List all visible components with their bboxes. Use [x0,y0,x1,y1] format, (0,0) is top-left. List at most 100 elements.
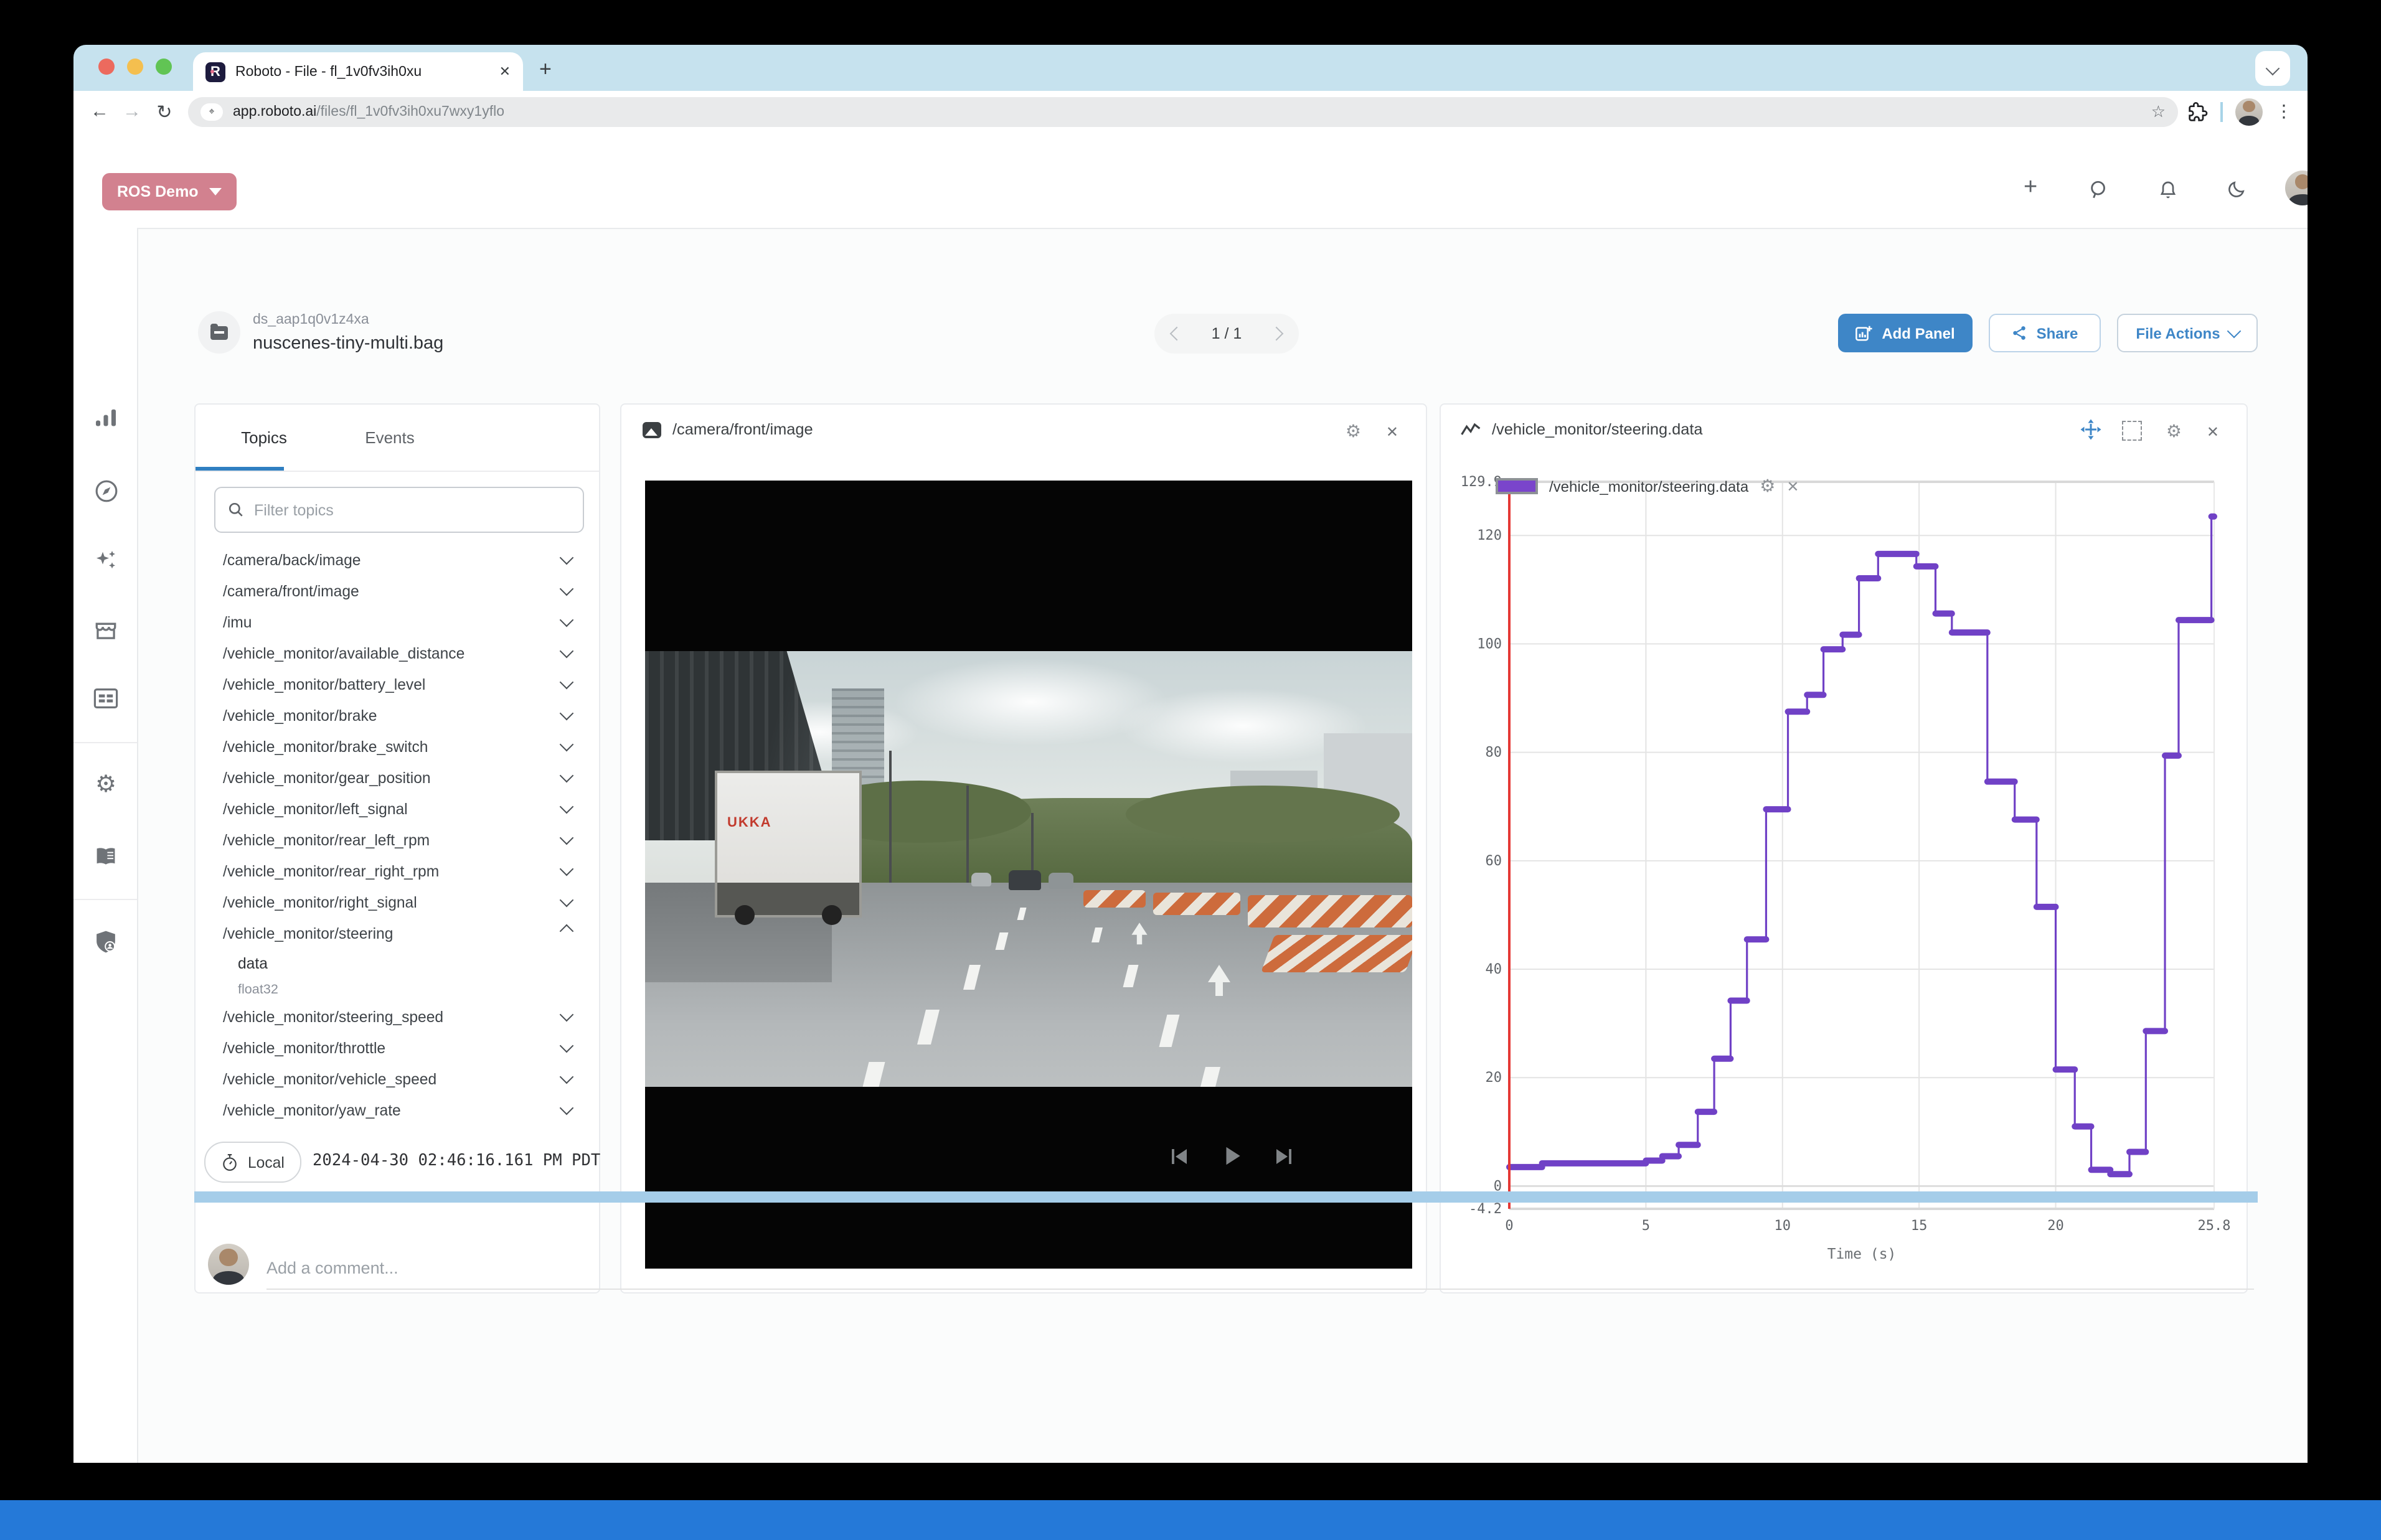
chart-settings-gear-icon[interactable]: ⚙ [2166,421,2182,442]
forward-icon[interactable]: → [116,101,148,122]
card-grid-icon[interactable] [87,680,125,717]
topic-row[interactable]: /camera/front/image [196,575,599,606]
topic-row[interactable]: /vehicle_monitor/yaw_rate [196,1094,599,1125]
message-path[interactable]: data [196,949,599,979]
back-icon[interactable]: ← [83,101,116,122]
topic-row[interactable]: /vehicle_monitor/available_distance [196,637,599,669]
page-indicator: 1 / 1 [1212,325,1242,342]
chevron-down-icon[interactable] [560,800,574,814]
roboto-favicon: R [205,62,225,82]
browser-tab[interactable]: R Roboto - File - fl_1v0fv3ih0xu ✕ [193,52,523,91]
chevron-down-icon[interactable] [560,831,574,845]
workspace-selector[interactable]: ROS Demo [102,173,237,210]
box-select-icon[interactable] [2122,421,2142,441]
pan-move-icon[interactable] [2080,418,2102,441]
browser-menu-icon[interactable]: ⋮ [2275,101,2293,122]
skip-to-start-icon[interactable] [1168,1145,1190,1168]
admin-shield-icon[interactable] [87,923,125,960]
prev-page-icon[interactable] [1170,327,1184,341]
skip-to-end-icon[interactable] [1273,1145,1295,1168]
camera-close-icon[interactable]: ✕ [1386,423,1398,441]
reload-icon[interactable]: ↻ [148,100,181,123]
car [971,873,991,886]
chevron-down-icon[interactable] [560,862,574,876]
topic-row[interactable]: /vehicle_monitor/steering_speed [196,1001,599,1032]
filter-topics-input[interactable]: Filter topics [214,487,584,533]
add-panel-icon [1855,325,1873,341]
chevron-down-icon[interactable] [560,1101,574,1115]
chart-close-icon[interactable]: ✕ [2207,423,2219,441]
svg-text:80: 80 [1486,745,1502,761]
topic-row[interactable]: /vehicle_monitor/vehicle_speed [196,1063,599,1094]
chevron-down-icon[interactable] [560,613,574,627]
tab-close-icon[interactable]: ✕ [499,63,511,80]
chevron-up-icon[interactable] [560,924,574,939]
chevron-down-icon[interactable] [560,738,574,752]
notifications-bell-icon[interactable] [2158,179,2178,200]
chevron-down-icon[interactable] [560,769,574,783]
sparkles-ai-icon[interactable] [87,542,125,579]
comment-input[interactable]: Add a comment... [266,1259,398,1277]
next-page-icon[interactable] [1270,327,1284,341]
share-button[interactable]: Share [1989,314,2101,352]
topic-row[interactable]: /vehicle_monitor/left_signal [196,793,599,824]
legend-remove-icon[interactable]: ✕ [1786,477,1799,495]
search-icon[interactable] [2088,179,2110,200]
legend-gear-icon[interactable]: ⚙ [1760,476,1775,497]
browser-toolbar: ← → ↻ ⌖ app.roboto.ai/files/fl_1v0fv3ih0… [73,91,2308,133]
docs-book-icon[interactable] [87,838,125,875]
timeline-scrubber[interactable] [194,1191,2258,1203]
topic-row[interactable]: /vehicle_monitor/gear_position [196,762,599,793]
new-tab-button[interactable]: + [539,57,552,82]
chevron-down-icon[interactable] [560,1070,574,1084]
compass-icon[interactable] [87,472,125,509]
chevron-down-icon[interactable] [560,582,574,596]
timezone-toggle[interactable]: Local [204,1142,302,1183]
topic-row[interactable]: /vehicle_monitor/throttle [196,1032,599,1063]
topic-row[interactable]: /camera/back/image [196,544,599,575]
chevron-down-icon[interactable] [560,707,574,721]
steering-chart: -4.2020406080100120129.90510152025.8Time… [1446,461,2243,1289]
chevron-down-icon[interactable] [560,1039,574,1053]
topic-row[interactable]: /vehicle_monitor/brake [196,700,599,731]
tab-topics[interactable]: Topics [196,405,332,469]
svg-text:120: 120 [1477,528,1502,543]
site-settings-icon[interactable]: ⌖ [200,103,223,120]
chevron-down-icon[interactable] [560,1008,574,1022]
add-panel-button[interactable]: Add Panel [1838,314,1973,352]
tab-events[interactable]: Events [332,405,447,469]
topic-row[interactable]: /vehicle_monitor/rear_right_rpm [196,855,599,886]
tab-search-button[interactable] [2255,51,2290,86]
topic-label: /vehicle_monitor/battery_level [223,675,425,693]
extensions-puzzle-icon[interactable] [2188,101,2208,121]
chevron-down-icon[interactable] [560,893,574,908]
topic-row[interactable]: /vehicle_monitor/battery_level [196,669,599,700]
topic-label: /vehicle_monitor/brake [223,707,377,724]
browser-profile-avatar[interactable] [2235,98,2263,125]
svg-text:40: 40 [1486,962,1502,977]
bookmark-star-icon[interactable]: ☆ [2151,101,2166,121]
topic-row[interactable]: /imu [196,606,599,637]
topic-row[interactable]: /vehicle_monitor/right_signal [196,886,599,918]
camera-settings-gear-icon[interactable]: ⚙ [1346,421,1361,442]
file-actions-button[interactable]: File Actions [2117,314,2258,352]
settings-gear-icon[interactable]: ⚙ [87,766,125,803]
storefront-icon[interactable] [87,611,125,649]
topic-row[interactable]: /vehicle_monitor/brake_switch [196,731,599,762]
svg-text:Time (s): Time (s) [1827,1246,1897,1262]
message-type: float32 [196,979,599,1001]
timezone-label: Local [248,1153,285,1171]
topic-row[interactable]: /vehicle_monitor/rear_left_rpm [196,824,599,855]
url-bar[interactable]: ⌖ app.roboto.ai/files/fl_1v0fv3ih0xu7wxy… [188,96,2178,126]
dark-mode-moon-icon[interactable] [2227,179,2247,199]
add-icon[interactable]: + [2024,174,2037,202]
topic-row[interactable]: /vehicle_monitor/steering [196,918,599,949]
play-icon[interactable] [1220,1144,1244,1168]
chevron-down-icon[interactable] [560,551,574,565]
user-avatar[interactable] [2285,171,2308,205]
chevron-down-icon[interactable] [560,644,574,659]
file-actions-label: File Actions [2136,324,2220,342]
signal-bars-icon[interactable] [87,400,125,437]
workspace-name: ROS Demo [117,183,199,200]
chevron-down-icon[interactable] [560,675,574,690]
